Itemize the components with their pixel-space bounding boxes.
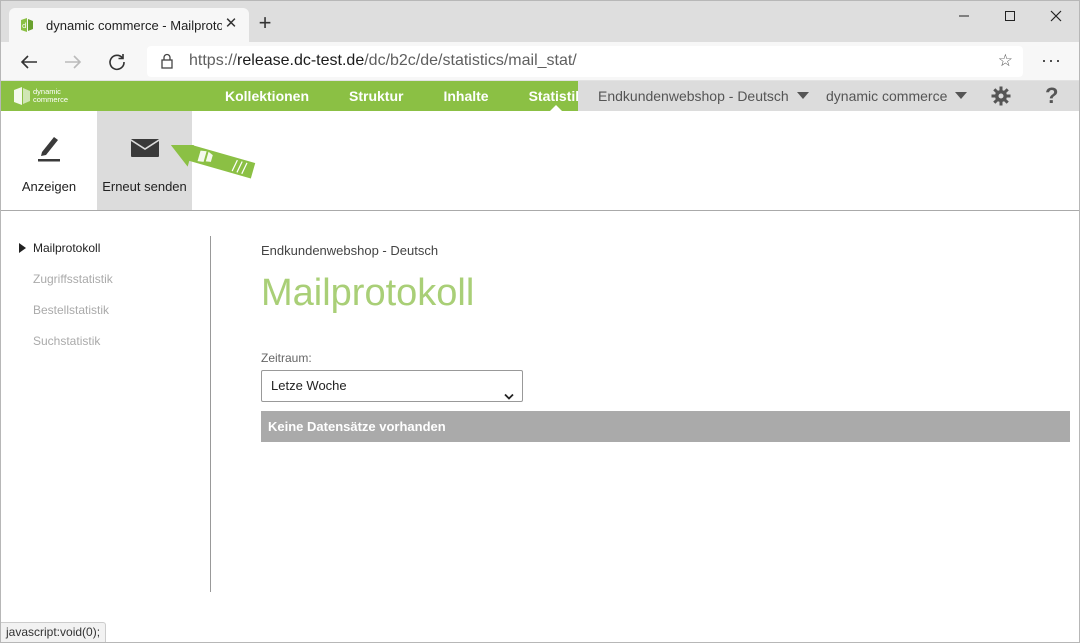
header-right-area: Endkundenwebshop - Deutsch dynamic comme… — [578, 81, 1079, 111]
caret-down-icon — [796, 92, 809, 99]
browser-tab[interactable]: d dynamic commerce - Mailprotokoll ✕ — [9, 8, 249, 42]
url-prefix: https:// — [189, 52, 238, 69]
shop-dropdown-label: Endkundenwebshop - Deutsch — [598, 88, 789, 104]
shop-dropdown[interactable]: Endkundenwebshop - Deutsch — [598, 81, 809, 111]
sidebar: Mailprotokoll Zugriffsstatistik Bestells… — [1, 212, 211, 592]
empty-result-banner: Keine Datensätze vorhanden — [261, 411, 1070, 442]
url-path: /dc/b2c/de/statistics/mail_stat/ — [364, 52, 577, 69]
back-icon[interactable] — [17, 50, 41, 74]
main-navigation: Kollektionen Struktur Inhalte Statistik — [205, 81, 603, 111]
company-dropdown-label: dynamic commerce — [826, 88, 948, 104]
more-options-icon[interactable]: ··· — [1041, 50, 1062, 71]
period-select[interactable]: Letze Woche — [261, 370, 523, 402]
action-toolbar: Anzeigen Erneut senden — [1, 111, 1079, 211]
refresh-icon[interactable] — [105, 50, 129, 74]
address-bar[interactable]: https://release.dc-test.de/dc/b2c/de/sta… — [147, 46, 1023, 77]
status-bar: javascript:void(0); — [1, 622, 107, 642]
nav-inhalte[interactable]: Inhalte — [423, 81, 508, 111]
nav-struktur[interactable]: Struktur — [329, 81, 423, 111]
show-button-label: Anzeigen — [21, 179, 77, 194]
url-text: https://release.dc-test.de/dc/b2c/de/sta… — [189, 52, 577, 70]
favorite-star-icon[interactable]: ☆ — [998, 51, 1013, 71]
sidebar-item-bestellstatistik[interactable]: Bestellstatistik — [33, 303, 109, 317]
dc-logo[interactable]: dynamic commerce — [13, 86, 68, 106]
sidebar-item-zugriffsstatistik[interactable]: Zugriffsstatistik — [33, 272, 113, 286]
dc-favicon-icon: d — [19, 17, 35, 33]
close-tab-icon[interactable]: ✕ — [223, 16, 239, 32]
period-select-value: Letze Woche — [271, 378, 347, 393]
logo-line2: commerce — [33, 95, 69, 104]
tab-title: dynamic commerce - Mailprotokoll — [46, 17, 222, 33]
caret-down-icon — [955, 92, 968, 99]
nav-kollektionen[interactable]: Kollektionen — [205, 81, 329, 111]
sidebar-divider — [210, 236, 211, 592]
pointer-arrow-icon — [170, 145, 256, 179]
browser-window: d dynamic commerce - Mailprotokoll ✕ + — [0, 0, 1080, 643]
company-dropdown[interactable]: dynamic commerce — [826, 81, 968, 111]
chevron-down-icon — [504, 382, 514, 412]
minimize-icon[interactable] — [941, 7, 987, 27]
settings-gear-icon[interactable] — [991, 86, 1011, 111]
sidebar-item-suchstatistik[interactable]: Suchstatistik — [33, 334, 100, 348]
page-title: Mailprotokoll — [261, 272, 475, 314]
lock-icon[interactable] — [161, 53, 173, 74]
svg-text:d: d — [22, 22, 26, 30]
help-icon[interactable]: ? — [1045, 83, 1058, 109]
new-tab-icon[interactable]: + — [255, 12, 275, 34]
navigation-bar: https://release.dc-test.de/dc/b2c/de/sta… — [1, 42, 1079, 81]
show-button[interactable]: Anzeigen — [1, 111, 97, 210]
app-header: dynamic commerce Kollektionen Struktur I… — [1, 81, 1079, 111]
tab-strip: d dynamic commerce - Mailprotokoll ✕ + — [1, 1, 1079, 42]
dc-logo-mark-icon — [14, 87, 30, 105]
shop-name: Endkundenwebshop - Deutsch — [261, 243, 439, 258]
maximize-icon[interactable] — [987, 7, 1033, 27]
url-host: release.dc-test.de — [237, 52, 365, 69]
close-window-icon[interactable] — [1033, 7, 1079, 27]
logo-text: dynamic commerce — [33, 88, 68, 104]
period-label: Zeitraum: — [261, 351, 312, 365]
forward-icon[interactable] — [61, 50, 85, 74]
sidebar-item-mailprotokoll[interactable]: Mailprotokoll — [18, 241, 100, 255]
pencil-edit-icon — [1, 129, 97, 165]
